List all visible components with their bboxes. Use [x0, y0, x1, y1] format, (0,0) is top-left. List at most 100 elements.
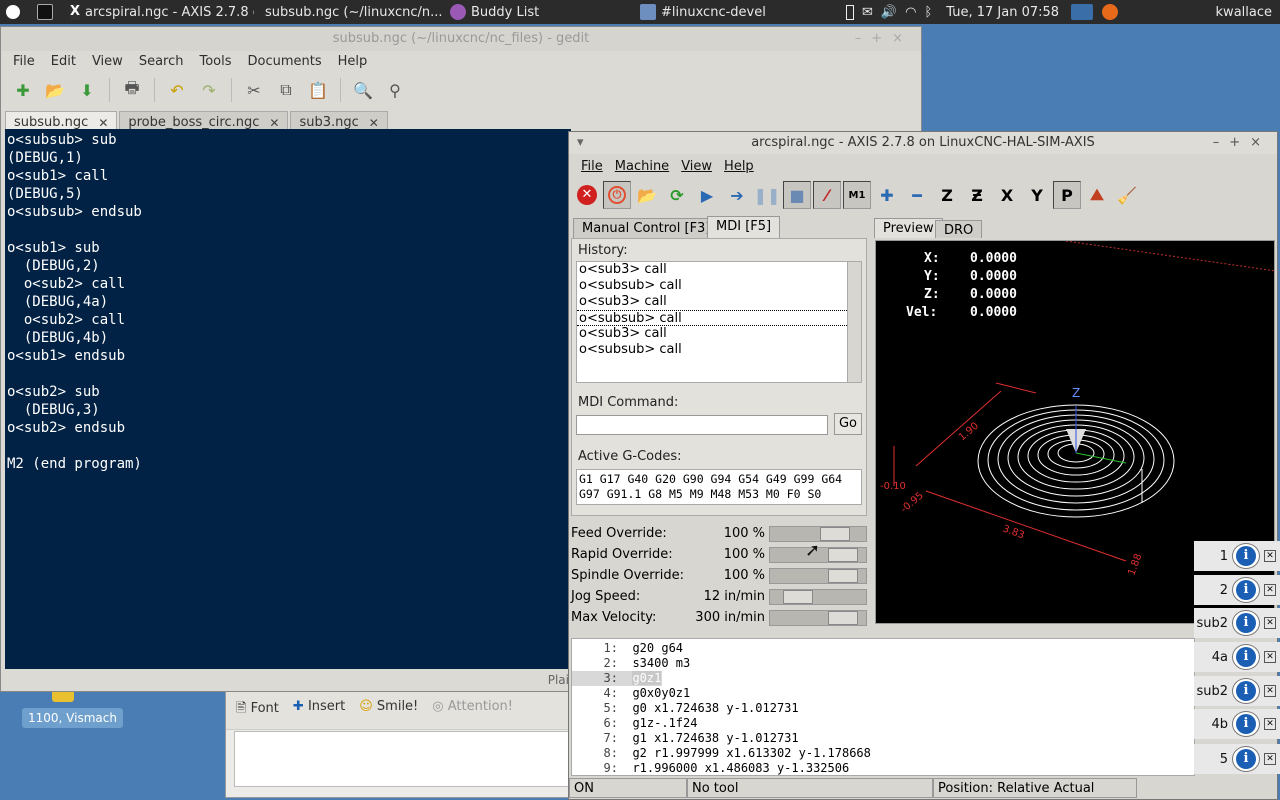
volume-icon[interactable]: 🔊: [881, 5, 897, 20]
menu-help[interactable]: Help: [718, 159, 760, 174]
menu-search[interactable]: Search: [131, 54, 192, 69]
jog-speed-slider[interactable]: [769, 589, 867, 605]
redo-icon[interactable]: ↷: [195, 76, 223, 104]
reload-icon[interactable]: ⟳: [663, 181, 691, 209]
view-x-icon[interactable]: X: [993, 181, 1021, 209]
gcode-line[interactable]: 4: g0x0y0z1: [572, 686, 1194, 701]
wifi-icon[interactable]: ◠: [905, 5, 916, 20]
slider-handle[interactable]: [783, 590, 813, 604]
history-item[interactable]: o<sub3> call: [577, 326, 861, 342]
undo-icon[interactable]: ↶: [163, 76, 191, 104]
window-menu-icon[interactable]: ▾: [577, 132, 584, 154]
terminal-launcher[interactable]: [31, 0, 64, 24]
close-icon[interactable]: ✕: [98, 116, 108, 130]
notification[interactable]: 1 i ✕: [1194, 541, 1280, 571]
task-axis[interactable]: Xarcspiral.ngc - AXIS 2.7.8 o...: [64, 0, 254, 24]
insert-button[interactable]: ✚ Insert: [293, 699, 345, 721]
block-delete-icon[interactable]: ⁄: [813, 181, 841, 209]
clock[interactable]: Tue, 17 Jan 07:58: [938, 0, 1065, 24]
tab-mdi[interactable]: MDI [F5]: [707, 216, 781, 238]
clear-plot-icon[interactable]: 🧹: [1113, 181, 1141, 209]
pause-icon[interactable]: ❚❚: [753, 181, 781, 209]
app-menu-button[interactable]: [0, 0, 31, 24]
notification[interactable]: 4a i ✕: [1194, 642, 1280, 672]
slider-handle[interactable]: [828, 611, 858, 625]
menu-view[interactable]: View: [675, 159, 718, 174]
font-button[interactable]: 🖹 Font: [236, 699, 279, 721]
user-name[interactable]: kwallace: [1210, 0, 1280, 24]
gcode-line[interactable]: 8: g2 r1.997999 x1.613302 y-1.178668: [572, 746, 1194, 761]
spindle-override-slider[interactable]: [769, 568, 867, 584]
gcode-line-current[interactable]: 3: g0z1: [572, 671, 662, 686]
workspace-icon[interactable]: [1071, 4, 1094, 20]
run-icon[interactable]: ▶: [693, 181, 721, 209]
find-icon[interactable]: 🔍: [349, 76, 377, 104]
bluetooth-icon[interactable]: ᛒ: [924, 5, 932, 20]
task-buddy-list[interactable]: Buddy List: [444, 0, 634, 24]
zoom-in-icon[interactable]: ✚: [873, 181, 901, 209]
chat-input[interactable]: [234, 731, 572, 787]
mail-icon[interactable]: ✉: [862, 5, 873, 20]
gcode-line[interactable]: 5: g0 x1.724638 y-1.012731: [572, 701, 1194, 716]
max-velocity-slider[interactable]: [769, 610, 867, 626]
close-icon[interactable]: ✕: [269, 116, 279, 130]
close-icon[interactable]: ✕: [1264, 617, 1276, 629]
slider-handle[interactable]: [820, 527, 850, 541]
open-folder-icon[interactable]: 📂: [41, 76, 69, 104]
rotate-view-icon[interactable]: ⛰: [1083, 181, 1111, 209]
close-icon[interactable]: ✕: [1264, 651, 1276, 663]
menu-file[interactable]: File: [575, 159, 609, 174]
power-icon[interactable]: ⏻: [603, 181, 631, 209]
smile-button[interactable]: ☺ Smile!: [359, 699, 418, 721]
menu-help[interactable]: Help: [330, 54, 376, 69]
close-icon[interactable]: ✕: [1264, 584, 1276, 596]
history-item[interactable]: o<subsub> call: [577, 342, 861, 358]
view-p-icon[interactable]: P: [1053, 181, 1081, 209]
view-z-icon[interactable]: Z: [933, 181, 961, 209]
code-editor[interactable]: o<subsub> sub (DEBUG,1) o<sub1> call (DE…: [5, 129, 571, 669]
view-y-icon[interactable]: Y: [1023, 181, 1051, 209]
history-scrollbar[interactable]: [847, 262, 861, 382]
copy-icon[interactable]: ⧉: [272, 76, 300, 104]
save-icon[interactable]: ⬇: [73, 76, 101, 104]
stop-icon[interactable]: ■: [783, 181, 811, 209]
window-controls[interactable]: –+×: [855, 27, 913, 51]
new-file-icon[interactable]: ✚: [9, 76, 37, 104]
menu-machine[interactable]: Machine: [609, 159, 675, 174]
desktop-icon-label[interactable]: 1100, Vismach: [22, 708, 123, 728]
menu-edit[interactable]: Edit: [43, 54, 84, 69]
mdi-command-input[interactable]: [576, 415, 828, 435]
notification[interactable]: 5 i ✕: [1194, 744, 1280, 774]
window-controls[interactable]: –+×: [1213, 132, 1271, 154]
notification[interactable]: sub2 i ✕: [1194, 608, 1280, 638]
optional-stop-icon[interactable]: M1: [843, 181, 871, 209]
gcode-line[interactable]: 7: g1 x1.724638 y-1.012731: [572, 731, 1194, 746]
go-button[interactable]: Go: [834, 413, 862, 435]
menu-view[interactable]: View: [84, 54, 131, 69]
history-item[interactable]: o<sub3> call: [577, 262, 861, 278]
menu-documents[interactable]: Documents: [240, 54, 330, 69]
gcode-line[interactable]: 9: r1.996000 x1.486083 y-1.332506: [572, 761, 1194, 776]
history-list[interactable]: o<sub3> call o<subsub> call o<sub3> call…: [576, 261, 862, 383]
task-gedit[interactable]: subsub.ngc (~/linuxcnc/n...: [254, 0, 444, 24]
notification[interactable]: 4b i ✕: [1194, 709, 1280, 739]
gcode-line[interactable]: 2: s3400 m3: [572, 656, 1194, 671]
open-file-icon[interactable]: 📂: [633, 181, 661, 209]
close-icon[interactable]: ✕: [1264, 685, 1276, 697]
attention-button[interactable]: ◎ Attention!: [432, 699, 513, 721]
find-replace-icon[interactable]: ⚲: [381, 76, 409, 104]
zoom-out-icon[interactable]: ━: [903, 181, 931, 209]
step-icon[interactable]: ➔: [723, 181, 751, 209]
close-icon[interactable]: ✕: [369, 116, 379, 130]
firefox-icon[interactable]: [1102, 4, 1119, 20]
notification[interactable]: sub2 i ✕: [1194, 676, 1280, 706]
history-item[interactable]: o<sub3> call: [577, 294, 861, 310]
language-label[interactable]: Plai: [548, 673, 569, 687]
estop-icon[interactable]: ✕: [573, 181, 601, 209]
tab-dro[interactable]: DRO: [935, 220, 983, 238]
slider-handle[interactable]: [828, 569, 858, 583]
gcode-listing[interactable]: 1: g20 g64 2: s3400 m3 3: g0z1 4: g0x0y0…: [571, 638, 1195, 776]
close-icon[interactable]: ✕: [1264, 550, 1276, 562]
gcode-line[interactable]: 1: g20 g64: [572, 641, 1194, 656]
tab-preview[interactable]: Preview: [874, 218, 943, 238]
